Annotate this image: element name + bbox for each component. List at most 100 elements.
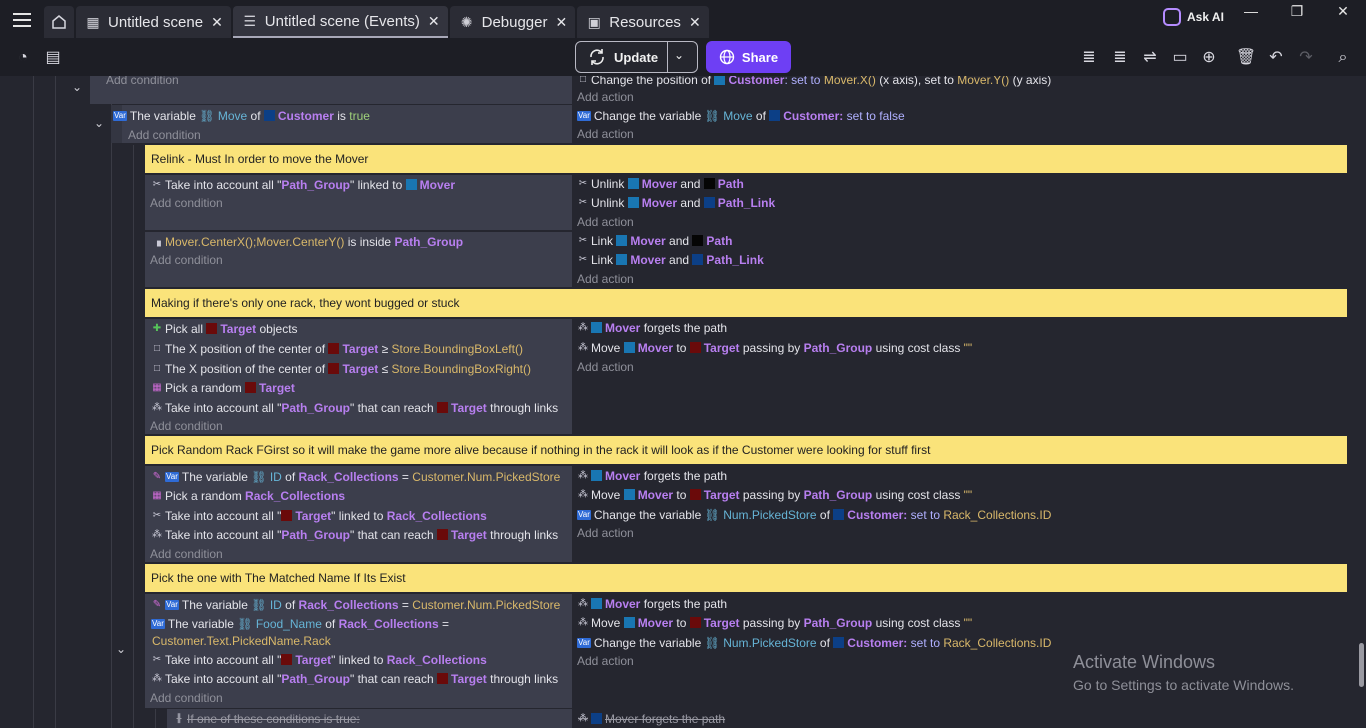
condition-line[interactable]: □ The X position of the center of Target… [151,359,531,378]
add-action[interactable]: Add action [577,212,634,231]
action-line[interactable]: ✂ Link Mover and Path [577,231,733,250]
search-icon[interactable]: ⌕ [1332,47,1354,69]
tab-home[interactable] [44,6,74,38]
close-icon[interactable]: ✕ [428,13,440,30]
close-icon[interactable]: ✕ [556,14,568,31]
action-line[interactable]: ⁂ Mover forgets the path [577,709,725,728]
event-actions[interactable]: Var Change the variable ⛓ Move of Custom… [573,105,1353,143]
update-button[interactable]: Update ⌄ [575,41,698,73]
condition-line[interactable]: ✂ Take into account all " Target " linked … [151,506,487,525]
event-conditions[interactable]: Add condition [90,76,572,104]
event-conditions[interactable]: ✎ Var The variable ⛓ ID of Rack_Collecti… [145,466,572,562]
add-subevent-icon[interactable]: ≣ [1109,47,1131,69]
event-conditions[interactable]: Var The variable ⛓ Move of Customer is t… [111,105,572,143]
condition-line[interactable]: ✂ Take into account all " Path_Group " lin… [151,175,455,194]
condition-line[interactable]: ✎ Var The variable ⛓ ID of Rack_Collecti… [151,595,561,614]
close-icon[interactable]: ✕ [689,14,701,31]
tab-resources[interactable]: ▣ Resources ✕ [577,6,709,38]
add-action[interactable]: Add action [577,523,634,542]
redo-icon[interactable]: ↷ [1295,47,1317,69]
menu-button[interactable] [0,0,44,40]
condition-line[interactable]: ✎ Var The variable ⛓ ID of Rack_Collecti… [151,467,561,486]
condition-line[interactable]: ▦ Pick a random Rack_Collections [151,486,345,505]
action-line[interactable]: □ Change the position of Customer : set … [577,76,1051,89]
add-other-icon[interactable]: ⇌ [1139,47,1161,69]
event-actions[interactable]: ⁂ Mover forgets the path [573,709,1353,728]
chevron-down-icon[interactable]: ⌄ [72,80,82,94]
add-condition[interactable]: Add condition [150,544,223,563]
event-actions[interactable]: □ Change the position of Customer : set … [573,76,1353,104]
object-icon [437,529,448,540]
history-icon[interactable]: ◔ [12,47,34,69]
action-line[interactable]: Var Change the variable ⛓ Num.PickedStor… [577,505,1051,524]
condition-line[interactable]: ⁂ Take into account all " Path_Group " tha… [151,669,558,688]
event-actions[interactable]: ⁂ Mover forgets the path ⁂ Move Mover to… [573,466,1353,562]
share-button[interactable]: Share [706,41,791,73]
event-actions[interactable]: ✂ Unlink Mover and Path ✂ Unlink Mover a… [573,175,1353,230]
condition-line[interactable]: ⁂ Take into account all " Path_Group " tha… [151,525,558,544]
action-line[interactable]: ✂ Unlink Mover and Path_Link [577,193,775,212]
add-condition[interactable]: Add condition [150,688,223,707]
event-comment[interactable]: Relink - Must In order to move the Mover [145,145,1347,173]
condition-line[interactable]: ⁂ Take into account all " Path_Group " tha… [151,398,558,417]
event-conditions[interactable]: ▗ Mover.CenterX();Mover.CenterY() is ins… [145,232,572,287]
close-icon[interactable]: ✕ [211,14,223,31]
condition-line[interactable]: ▦ Pick a random Target [151,378,295,397]
add-comment-icon[interactable]: ▭ [1169,47,1191,69]
event-actions[interactable]: ✂ Link Mover and Path ✂ Link Mover and P… [573,232,1353,287]
event-comment[interactable]: Pick the one with The Matched Name If It… [145,564,1347,592]
tab-debugger[interactable]: ✺ Debugger ✕ [449,6,576,38]
condition-line[interactable]: ✂ Take into account all " Target " linked … [151,650,487,669]
add-icon[interactable]: ⊕ [1198,47,1220,69]
add-condition[interactable]: Add condition [106,76,179,89]
event-conditions[interactable]: ✂ Take into account all " Path_Group " lin… [145,175,572,230]
close-window-button[interactable]: ✕ [1320,0,1366,24]
update-label: Update [614,49,659,65]
condition-line[interactable]: ▗ Mover.CenterX();Mover.CenterY() is ins… [151,232,463,251]
action-line[interactable]: ✂ Unlink Mover and Path [577,174,744,193]
event-conditions[interactable]: ✎ Var The variable ⛓ ID of Rack_Collecti… [145,594,572,708]
condition-line[interactable]: Var The variable ⛓ Move of Customer is t… [113,106,370,125]
tab-scene[interactable]: ▦ Untitled scene ✕ [76,6,231,38]
action-line[interactable]: ⁂ Mover forgets the path [577,594,727,613]
tab-scene-events[interactable]: ☰ Untitled scene (Events) ✕ [232,6,448,38]
add-action[interactable]: Add action [577,124,634,143]
action-line[interactable]: ⁂ Mover forgets the path [577,318,727,337]
chevron-down-icon[interactable]: ⌄ [116,642,126,656]
add-action[interactable]: Add action [577,269,634,288]
event-comment[interactable]: Making if there's only one rack, they wo… [145,289,1347,317]
condition-line[interactable]: □ The X position of the center of Target… [151,339,523,358]
chevron-down-icon[interactable]: ⌄ [674,48,684,62]
add-condition[interactable]: Add condition [128,125,201,144]
delete-icon[interactable]: 🗑 [1235,47,1257,69]
action-line[interactable]: ⁂ Move Mover to Target passing by Path_G… [577,613,972,632]
add-condition[interactable]: Add condition [150,193,223,212]
action-line[interactable]: ✂ Link Mover and Path_Link [577,250,764,269]
action-line[interactable]: ⁂ Move Mover to Target passing by Path_G… [577,485,972,504]
action-line[interactable]: ⁂ Move Mover to Target passing by Path_G… [577,338,972,357]
event-conditions[interactable]: ∥ If one of these conditions is true: [167,709,572,728]
maximize-button[interactable]: ❐ [1274,0,1320,24]
add-condition[interactable]: Add condition [150,416,223,435]
pathfinding-icon: ⁂ [578,713,588,724]
event-actions[interactable]: ⁂ Mover forgets the path ⁂ Move Mover to… [573,319,1353,434]
add-event-icon[interactable]: ≣ [1078,47,1100,69]
save-icon[interactable]: ▤ [42,47,64,69]
add-action[interactable]: Add action [577,87,634,106]
undo-icon[interactable]: ↶ [1265,47,1287,69]
condition-line[interactable]: ∥ If one of these conditions is true: [173,709,360,728]
event-comment[interactable]: Pick Random Rack FGirst so it will make … [145,436,1347,464]
condition-line[interactable]: ✚ Pick all Target objects [151,319,298,338]
action-line[interactable]: Var Change the variable ⛓ Move of Custom… [577,106,905,125]
event-conditions[interactable]: ✚ Pick all Target objects □ The X positi… [145,319,572,434]
add-condition[interactable]: Add condition [150,250,223,269]
action-line[interactable]: Var Change the variable ⛓ Num.PickedStor… [577,633,1051,652]
add-action[interactable]: Add action [577,357,634,376]
object-icon [281,510,293,521]
minimize-button[interactable]: — [1228,0,1274,24]
action-line[interactable]: ⁂ Mover forgets the path [577,466,727,485]
chevron-down-icon[interactable]: ⌄ [94,116,104,130]
ask-ai-button[interactable]: Ask AI [1163,8,1224,26]
vertical-scrollbar[interactable] [1359,643,1364,687]
add-action[interactable]: Add action [577,651,634,670]
